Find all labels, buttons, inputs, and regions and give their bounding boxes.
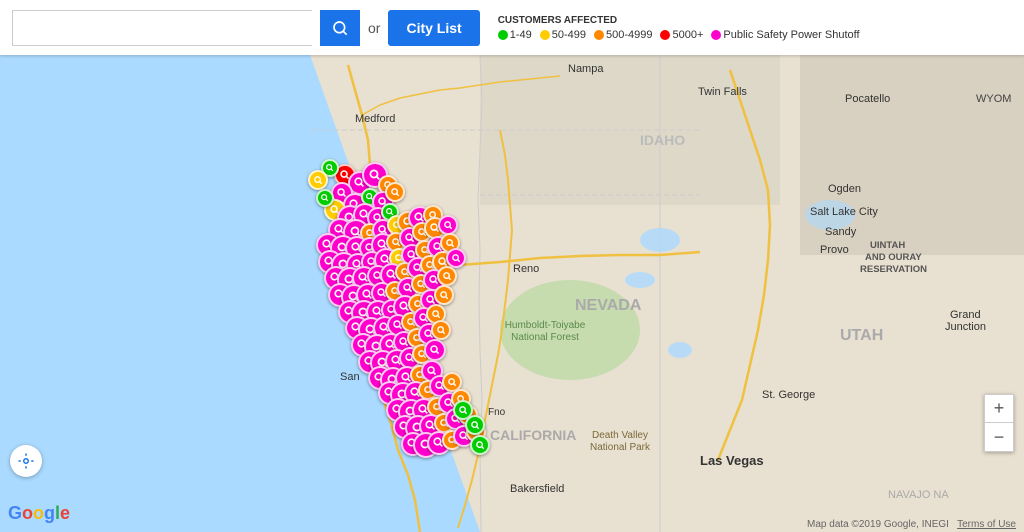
svg-text:San: San bbox=[340, 371, 360, 383]
legend-dot-yellow bbox=[540, 30, 550, 40]
svg-text:WYOM: WYOM bbox=[976, 93, 1011, 105]
legend-item-500-4999: 500-4999 bbox=[594, 29, 653, 41]
svg-text:Grand: Grand bbox=[950, 309, 981, 321]
svg-text:National Forest: National Forest bbox=[511, 332, 579, 343]
google-logo: Google bbox=[8, 503, 70, 524]
svg-text:RESERVATION: RESERVATION bbox=[860, 264, 927, 275]
search-input[interactable] bbox=[12, 10, 312, 46]
svg-text:Bakersfield: Bakersfield bbox=[510, 483, 564, 495]
search-icon bbox=[332, 20, 348, 36]
svg-text:Reno: Reno bbox=[513, 263, 539, 275]
svg-text:Pocatello: Pocatello bbox=[845, 93, 890, 105]
map-marker[interactable] bbox=[470, 435, 490, 455]
zoom-out-button[interactable]: − bbox=[985, 423, 1013, 451]
marker-search-icon bbox=[439, 290, 450, 301]
location-icon bbox=[17, 452, 35, 470]
top-bar: or City List CUSTOMERS AFFECTED 1-49 50-… bbox=[0, 0, 1024, 55]
map-controls: + − bbox=[984, 394, 1014, 452]
svg-text:Humboldt-Toiyabe: Humboldt-Toiyabe bbox=[505, 320, 586, 331]
svg-text:UINTAH: UINTAH bbox=[870, 240, 905, 251]
map-background: Medford Reno San Nampa Twin Falls Pocate… bbox=[0, 0, 1024, 532]
svg-text:Las Vegas: Las Vegas bbox=[700, 453, 764, 468]
svg-text:Provo: Provo bbox=[820, 244, 849, 256]
search-button[interactable] bbox=[320, 10, 360, 46]
legend-dot-red bbox=[660, 30, 670, 40]
map-footer: Map data ©2019 Google, INEGI Terms of Us… bbox=[807, 519, 1016, 530]
map-marker[interactable] bbox=[446, 248, 466, 268]
svg-text:AND OURAY: AND OURAY bbox=[865, 252, 922, 263]
legend: CUSTOMERS AFFECTED 1-49 50-499 500-4999 … bbox=[498, 15, 860, 41]
svg-text:NEVADA: NEVADA bbox=[575, 297, 642, 314]
legend-label-5000plus: 5000+ bbox=[672, 29, 703, 41]
svg-text:Sandy: Sandy bbox=[825, 226, 857, 238]
svg-text:Twin Falls: Twin Falls bbox=[698, 86, 747, 98]
legend-item-psps: Public Safety Power Shutoff bbox=[711, 29, 859, 41]
legend-dot-pink bbox=[711, 30, 721, 40]
svg-text:National Park: National Park bbox=[590, 442, 651, 453]
svg-text:UTAH: UTAH bbox=[840, 327, 883, 344]
map-marker[interactable] bbox=[465, 415, 485, 435]
svg-text:NAVAJO NA: NAVAJO NA bbox=[888, 489, 949, 501]
map-marker[interactable] bbox=[385, 182, 405, 202]
legend-item-50-499: 50-499 bbox=[540, 29, 586, 41]
map-marker[interactable] bbox=[308, 170, 328, 190]
legend-item-5000plus: 5000+ bbox=[660, 29, 703, 41]
or-label: or bbox=[368, 20, 380, 36]
svg-text:CALIFORNIA: CALIFORNIA bbox=[490, 427, 576, 443]
svg-text:Nampa: Nampa bbox=[568, 63, 604, 75]
svg-text:Medford: Medford bbox=[355, 113, 395, 125]
svg-text:Death Valley: Death Valley bbox=[592, 430, 648, 441]
legend-dot-orange bbox=[594, 30, 604, 40]
legend-label-50-499: 50-499 bbox=[552, 29, 586, 41]
svg-text:IDAHO: IDAHO bbox=[640, 132, 685, 148]
marker-search-icon bbox=[320, 193, 330, 203]
marker-search-icon bbox=[475, 440, 486, 451]
legend-title: CUSTOMERS AFFECTED bbox=[498, 15, 860, 26]
map-marker[interactable] bbox=[431, 320, 451, 340]
marker-search-icon bbox=[447, 377, 458, 388]
map-marker[interactable] bbox=[438, 215, 458, 235]
marker-search-icon bbox=[451, 253, 462, 264]
marker-search-icon bbox=[313, 175, 324, 186]
map-copyright: Map data ©2019 Google, INEGI bbox=[807, 519, 949, 530]
marker-search-icon bbox=[443, 220, 454, 231]
map-marker[interactable] bbox=[316, 189, 334, 207]
marker-search-icon bbox=[436, 325, 447, 336]
legend-dot-green bbox=[498, 30, 508, 40]
marker-search-icon bbox=[431, 309, 442, 320]
legend-label-500-4999: 500-4999 bbox=[606, 29, 653, 41]
legend-label-1-49: 1-49 bbox=[510, 29, 532, 41]
legend-items: 1-49 50-499 500-4999 5000+ Public Safety… bbox=[498, 29, 860, 41]
map-marker[interactable] bbox=[434, 285, 454, 305]
map-container[interactable]: Medford Reno San Nampa Twin Falls Pocate… bbox=[0, 0, 1024, 532]
marker-search-icon bbox=[429, 344, 441, 356]
marker-search-icon bbox=[442, 271, 453, 282]
zoom-in-button[interactable]: + bbox=[985, 395, 1013, 423]
marker-search-icon bbox=[325, 163, 335, 173]
legend-item-1-49: 1-49 bbox=[498, 29, 532, 41]
svg-text:Fno: Fno bbox=[488, 407, 506, 418]
marker-search-icon bbox=[390, 187, 401, 198]
svg-text:St. George: St. George bbox=[762, 389, 815, 401]
svg-text:Junction: Junction bbox=[945, 321, 986, 333]
marker-search-icon bbox=[445, 238, 456, 249]
legend-label-psps: Public Safety Power Shutoff bbox=[723, 29, 859, 41]
marker-search-icon bbox=[458, 405, 469, 416]
svg-text:Ogden: Ogden bbox=[828, 183, 861, 195]
marker-search-icon bbox=[470, 420, 481, 431]
map-marker[interactable] bbox=[437, 266, 457, 286]
city-list-button[interactable]: City List bbox=[388, 10, 479, 46]
map-marker[interactable] bbox=[424, 339, 446, 361]
location-button[interactable] bbox=[10, 445, 42, 477]
terms-of-use[interactable]: Terms of Use bbox=[957, 519, 1016, 530]
svg-text:Salt Lake City: Salt Lake City bbox=[810, 206, 878, 218]
